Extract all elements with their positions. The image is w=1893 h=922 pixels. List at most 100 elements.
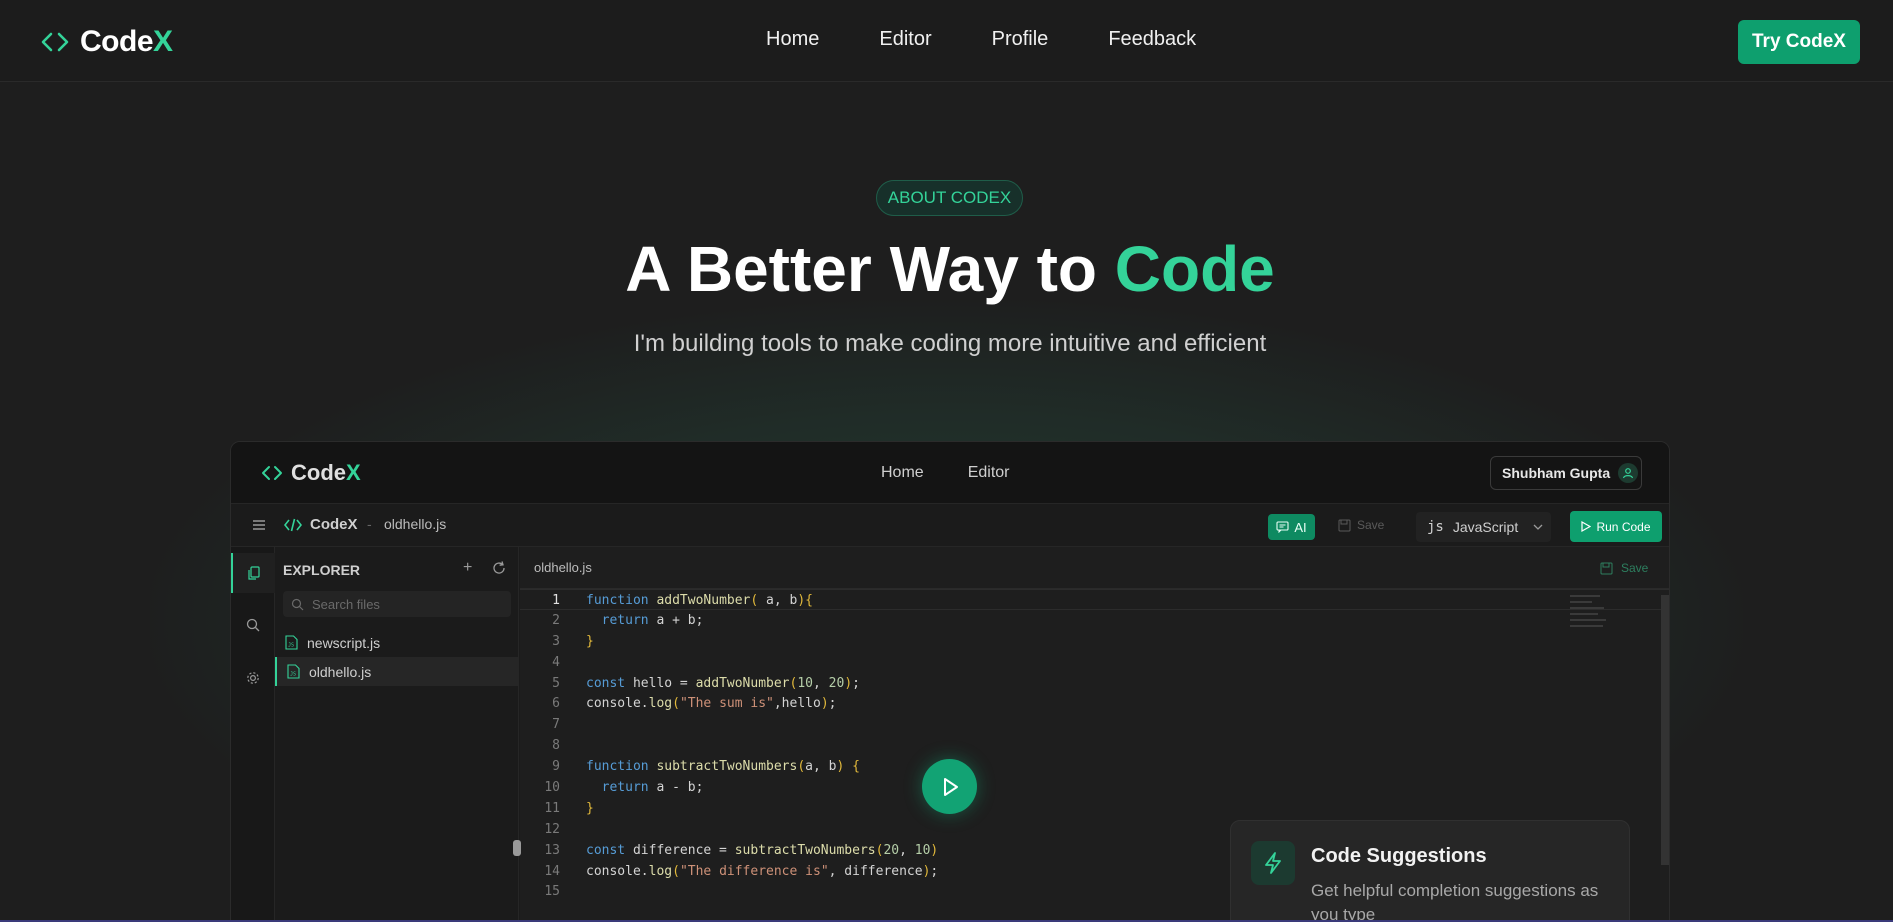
run-code-button[interactable]: Run Code [1570,511,1662,542]
line-number: 13 [544,842,560,858]
line-number: 1 [552,593,560,608]
save-icon [1338,519,1351,531]
explorer-title: EXPLORER [283,562,361,578]
play-video-button[interactable] [922,759,977,814]
activity-settings[interactable] [231,658,275,698]
user-name: Shubham Gupta [1502,465,1611,481]
editor-toolbar: CodeX - oldhello.js AI Save js JavaScrip… [231,504,1669,547]
toolbar-save-label: Save [1357,518,1385,532]
line-number: 6 [552,696,560,712]
panel-resize-handle[interactable] [513,840,521,856]
code-line: 3} [520,631,1669,652]
ai-label: AI [1294,519,1307,535]
run-code-label: Run Code [1596,519,1651,534]
line-number: 15 [544,884,560,900]
preview-nav-editor[interactable]: Editor [968,464,1010,482]
user-menu-button[interactable]: Shubham Gupta [1490,456,1642,490]
minimap[interactable] [1570,595,1630,645]
new-file-icon[interactable]: + [463,559,472,577]
code-brackets-icon [41,32,69,52]
file-name: newscript.js [307,634,381,651]
brand-logo[interactable]: CodeX [40,25,173,59]
preview-brand-logo[interactable]: CodeX [261,460,361,486]
language-value: JavaScript [1452,519,1519,535]
minimap-line [1570,613,1598,615]
language-select[interactable]: js JavaScript [1416,512,1551,542]
line-number: 8 [552,738,560,754]
code-text: const difference = subtractTwoNumbers(20… [586,842,939,858]
code-line: 11} [520,798,1669,819]
code-line: 10 return a - b; [520,777,1669,798]
activity-bar [231,547,275,922]
preview-nav-home[interactable]: Home [881,464,924,482]
code-icon [284,518,302,532]
hero-subtitle: I'm building tools to make coding more i… [633,330,1267,357]
play-icon [943,777,958,796]
code-line: 6 console.log("The sum is",hello); [520,693,1669,714]
code-line: 8 [520,735,1669,756]
search-icon [291,598,304,610]
menu-icon[interactable] [251,517,267,533]
editor-tab[interactable]: oldhello.js [534,560,592,575]
gear-icon [247,672,259,684]
refresh-icon[interactable] [491,560,507,576]
nav-link-editor[interactable]: Editor [879,28,931,51]
minimap-line [1570,625,1603,627]
preview-navbar: CodeX Home Editor Shubham Gupta [231,442,1669,504]
nav-link-feedback[interactable]: Feedback [1108,28,1196,51]
play-icon [1581,521,1592,532]
chevron-down-icon [1533,524,1543,530]
editor-save-button[interactable]: Save [1600,561,1648,575]
toolbar-brand: CodeX [310,516,358,533]
code-line: 4 [520,652,1669,673]
hero-title: A Better Way to Code [625,233,1275,305]
line-number: 14 [544,863,560,879]
search-icon [246,618,260,632]
js-file-icon: JS [287,664,300,679]
files-icon [248,566,260,580]
code-line: 5 const hello = addTwoNumber(10, 20); [520,673,1669,694]
activity-files[interactable] [231,553,275,593]
editor-scrollbar[interactable] [1661,595,1669,865]
minimap-line [1570,595,1600,597]
editor-save-label: Save [1621,561,1649,575]
file-item-oldhello[interactable]: JS oldhello.js [275,657,519,686]
code-text: } [586,633,594,649]
activity-search[interactable] [231,605,275,645]
feature-title: Code Suggestions [1311,845,1487,867]
code-line: 7 [520,714,1669,735]
code-text: const hello = addTwoNumber(10, 20); [586,675,860,691]
file-search-input[interactable] [312,596,492,612]
user-icon [1618,463,1639,483]
line-number: 4 [552,654,560,670]
file-name: oldhello.js [309,663,372,680]
minimap-line [1570,619,1606,621]
code-line: 1 function addTwoNumber( a, b){ [520,589,1669,610]
preview-brand-name: CodeX [291,460,361,485]
minimap-line [1570,607,1604,609]
toolbar-save-button[interactable]: Save [1338,518,1384,532]
ai-button[interactable]: AI [1268,514,1315,540]
minimap-line [1570,601,1592,603]
nav-link-home[interactable]: Home [766,28,819,51]
line-number: 12 [544,821,560,837]
code-text: return a + b; [601,612,704,628]
code-text: function addTwoNumber( a, b){ [586,593,813,608]
toolbar-separator: - [367,516,372,532]
code-text: console.log("The sum is",hello); [586,696,837,712]
code-text: console.log("The difference is", differe… [586,863,939,879]
svg-text:JS: JS [288,643,294,649]
line-number: 10 [544,780,560,796]
brand-name: CodeX [80,25,173,58]
code-line: 2 return a + b; [520,610,1669,631]
code-text: function subtractTwoNumbers(a, b) { [586,759,860,775]
line-number: 3 [552,633,560,649]
top-navbar: CodeX Home Editor Profile Feedback Try C… [0,0,1893,82]
line-number: 7 [552,717,560,733]
nav-link-profile[interactable]: Profile [992,28,1049,51]
file-search [283,591,511,617]
file-item-newscript[interactable]: JS newscript.js [275,628,519,657]
try-codex-button[interactable]: Try CodeX [1738,20,1860,64]
code-line: 9 function subtractTwoNumbers(a, b) { [520,756,1669,777]
toolbar-filename: oldhello.js [384,516,447,532]
